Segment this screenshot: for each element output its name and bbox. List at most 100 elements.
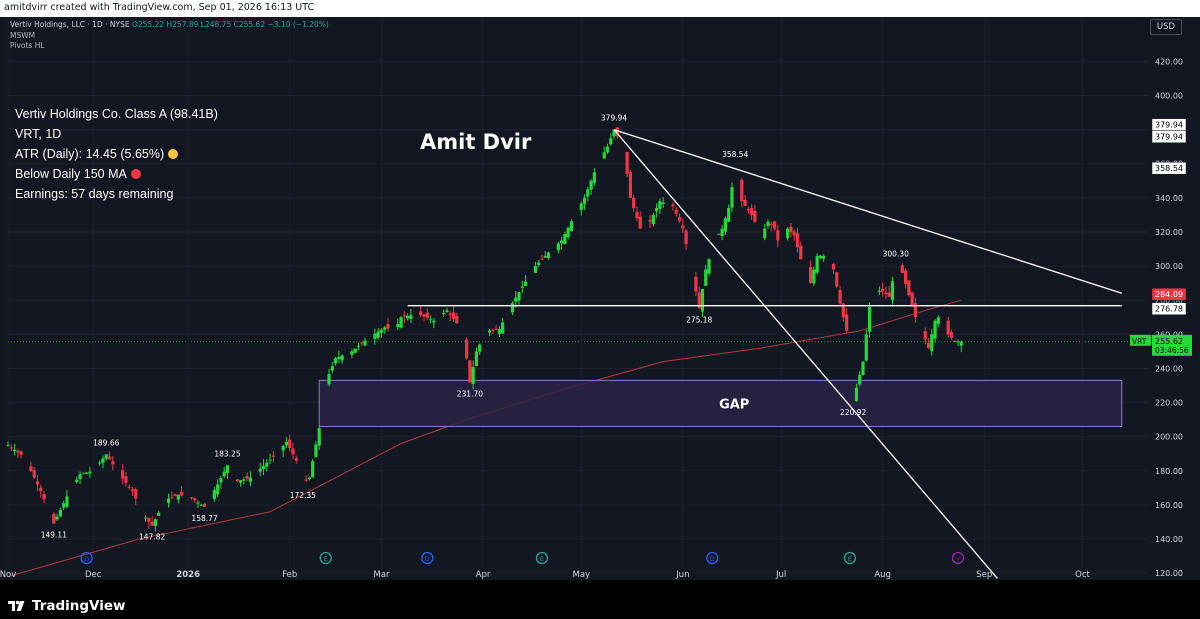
candle-body xyxy=(62,503,66,508)
candle-body xyxy=(799,245,803,260)
price-tag-label: 284.09 xyxy=(1155,290,1183,299)
author-watermark: Amit Dvir xyxy=(420,130,532,154)
panel-earnings: Earnings: 57 days remaining xyxy=(15,187,174,201)
tradingview-logo[interactable]: TradingView xyxy=(8,598,126,614)
candle-body xyxy=(763,228,767,239)
y-tick-label: 420.00 xyxy=(1155,57,1183,66)
candle-body xyxy=(769,223,773,226)
candle-body xyxy=(468,360,472,383)
candle-body xyxy=(376,331,380,338)
candle-body xyxy=(173,494,177,496)
candle-body xyxy=(900,265,904,273)
trend-line[interactable] xyxy=(613,129,998,579)
ohlc-legend: Vertiv Holdings, LLC · 1D · NYSE O255.22… xyxy=(10,20,329,29)
candle-body xyxy=(39,487,43,492)
candle-body xyxy=(238,480,243,483)
candle-body xyxy=(291,448,295,455)
candle-body xyxy=(694,276,698,292)
candle-body xyxy=(455,315,459,324)
trend-line[interactable] xyxy=(613,129,1122,294)
event-marker-letter: D xyxy=(84,555,89,563)
candle-body xyxy=(29,466,33,471)
pivot-label: 275.18 xyxy=(686,315,712,324)
x-tick-label: Jul xyxy=(775,570,786,580)
x-tick-label: Jun xyxy=(675,570,689,580)
indicator-pivots[interactable]: Pivots HL xyxy=(10,41,45,50)
x-tick-label: Dec xyxy=(85,570,102,580)
candle-body xyxy=(448,313,452,315)
candle-body xyxy=(579,203,583,210)
atr-status-dot-icon xyxy=(168,149,179,159)
candle-body xyxy=(497,329,501,334)
candle-body xyxy=(795,233,800,248)
candle-body xyxy=(625,151,629,174)
candle-body xyxy=(281,445,285,451)
candle-body xyxy=(589,180,593,190)
candle-body xyxy=(219,478,223,483)
y-tick-label: 320.00 xyxy=(1155,228,1183,237)
candle-body xyxy=(422,314,426,317)
candle-body xyxy=(845,314,849,331)
event-marker-letter: E xyxy=(848,555,852,563)
candle-body xyxy=(681,225,685,229)
candle-body xyxy=(936,317,940,324)
candle-body xyxy=(474,351,479,367)
x-tick-label: Aug xyxy=(874,570,891,580)
candle-body xyxy=(838,290,842,304)
candle-body xyxy=(930,334,934,352)
ma-status-dot-icon xyxy=(130,169,141,179)
candle-body xyxy=(671,204,675,207)
gap-label: GAP xyxy=(719,397,749,412)
candle-body xyxy=(543,255,547,258)
candle-body xyxy=(674,209,678,214)
candle-body xyxy=(16,450,20,453)
candle-body xyxy=(386,324,390,329)
candle-body xyxy=(658,201,662,209)
candle-body xyxy=(854,387,859,401)
candle-body xyxy=(317,428,321,446)
candle-body xyxy=(563,234,567,244)
candle-body xyxy=(425,312,429,318)
panel-atr: ATR (Daily): 14.45 (5.65%) xyxy=(15,147,165,161)
candle-body xyxy=(491,329,495,331)
candle-body xyxy=(808,267,813,284)
candle-body xyxy=(720,228,724,237)
y-tick-label: 120.00 xyxy=(1155,569,1183,578)
candle-body xyxy=(635,212,639,219)
x-tick-label: Nov xyxy=(0,570,16,580)
indicator-mswm[interactable]: MSWM xyxy=(10,31,35,40)
candle-body xyxy=(569,221,574,232)
candle-body xyxy=(746,208,750,211)
countdown-label: 03:46:56 xyxy=(1155,346,1189,355)
candle-body xyxy=(465,339,469,359)
panel-atr-row: ATR (Daily): 14.45 (5.65%) xyxy=(15,144,218,164)
candle-body xyxy=(245,475,249,479)
price-chart[interactable]: GAP 149.11 189.66 147.82 158.77 183.25 172.35… xyxy=(0,17,1200,580)
y-tick-label: 160.00 xyxy=(1155,501,1183,510)
candle-body xyxy=(337,356,341,359)
candle-body xyxy=(356,345,361,347)
x-tick-label: Mar xyxy=(373,570,390,580)
y-tick-label: 180.00 xyxy=(1155,467,1183,476)
candle-body xyxy=(445,310,449,313)
candle-body xyxy=(304,479,308,481)
currency-button[interactable]: USD xyxy=(1150,19,1182,35)
pivot-label: 300.30 xyxy=(883,250,909,259)
x-tick-label: Feb xyxy=(282,570,297,580)
candle-body xyxy=(766,221,770,227)
footer-bar: TradingView xyxy=(0,590,1200,619)
candle-body xyxy=(32,470,36,478)
candle-body xyxy=(75,479,79,483)
candle-body xyxy=(248,477,253,482)
y-tick-label: 220.00 xyxy=(1155,399,1183,408)
pivot-label: 379.94 xyxy=(601,114,627,123)
symbol-tag-label: VRT xyxy=(1132,337,1147,346)
candle-body xyxy=(923,331,927,340)
candle-body xyxy=(143,517,148,519)
candle-body xyxy=(432,320,436,323)
candle-body xyxy=(360,342,364,344)
info-panel: Vertiv Holdings Co. Class A (98.41B) VRT… xyxy=(15,104,218,204)
candle-body xyxy=(202,503,207,508)
candle-body xyxy=(835,272,839,287)
candle-body xyxy=(111,461,115,465)
